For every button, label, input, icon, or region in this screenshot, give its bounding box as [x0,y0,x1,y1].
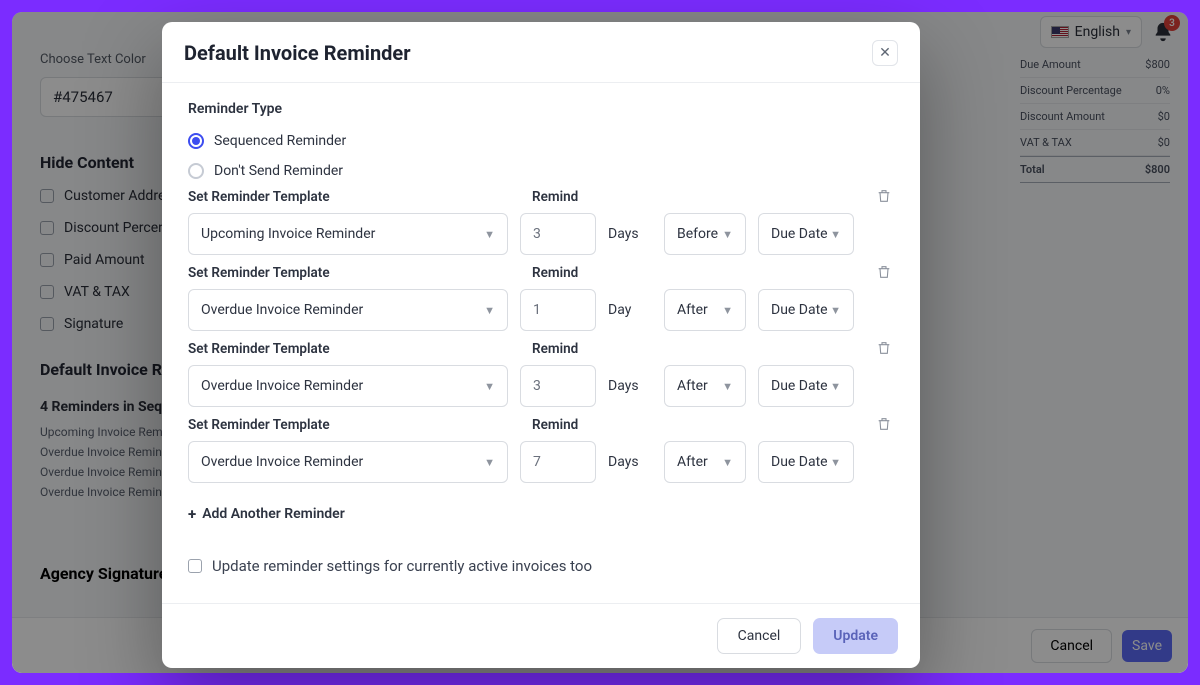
chevron-down-icon: ▼ [484,456,495,469]
modal-body[interactable]: Reminder Type Sequenced Reminder Don't S… [162,83,920,603]
chevron-down-icon: ▼ [830,456,841,469]
when-select[interactable]: Before ▼ [664,213,746,255]
remind-label: Remind [532,265,578,281]
when-select[interactable]: After ▼ [664,289,746,331]
chevron-down-icon: ▼ [722,380,733,393]
when-select[interactable]: After ▼ [664,365,746,407]
apply-to-active-checkbox[interactable]: Update reminder settings for currently a… [188,557,894,575]
reminder-type-label: Reminder Type [188,101,894,117]
remind-value-input[interactable] [520,441,596,483]
remind-value-input[interactable] [520,289,596,331]
chevron-down-icon: ▼ [722,456,733,469]
remind-label: Remind [532,189,578,205]
chevron-down-icon: ▼ [722,228,733,241]
modal-title: Default Invoice Reminder [184,41,411,65]
radio-dont-send[interactable]: Don't Send Reminder [188,163,894,179]
delete-reminder-button[interactable] [876,415,892,433]
chevron-down-icon: ▼ [830,380,841,393]
reminder-row-4: Set Reminder Template Remind Overdue Inv… [188,417,894,483]
trash-icon [876,415,892,433]
remind-label: Remind [532,341,578,357]
set-template-label: Set Reminder Template [188,189,528,205]
select-value: Overdue Invoice Reminder [201,454,363,470]
cancel-button[interactable]: Cancel [717,618,802,654]
delete-reminder-button[interactable] [876,187,892,205]
reminder-row-2: Set Reminder Template Remind Overdue Inv… [188,265,894,331]
select-value: Due Date [771,226,828,242]
days-unit-label: Day [608,302,652,318]
select-value: After [677,378,708,394]
days-unit-label: Days [608,226,652,242]
trash-icon [876,339,892,357]
template-select[interactable]: Overdue Invoice Reminder ▼ [188,441,508,483]
template-select[interactable]: Overdue Invoice Reminder ▼ [188,289,508,331]
select-value: After [677,454,708,470]
reminder-row-3: Set Reminder Template Remind Overdue Inv… [188,341,894,407]
when-select[interactable]: After ▼ [664,441,746,483]
add-another-label: Add Another Reminder [202,506,345,522]
remind-value-input[interactable] [520,365,596,407]
set-template-label: Set Reminder Template [188,341,528,357]
trash-icon [876,263,892,281]
select-value: Due Date [771,302,828,318]
remind-label: Remind [532,417,578,433]
days-unit-label: Days [608,454,652,470]
radio-label: Sequenced Reminder [214,133,346,149]
select-value: Due Date [771,378,828,394]
plus-icon: + [188,505,196,523]
select-value: Upcoming Invoice Reminder [201,226,375,242]
add-another-reminder-button[interactable]: + Add Another Reminder [188,505,894,523]
radio-label: Don't Send Reminder [214,163,343,179]
template-select[interactable]: Overdue Invoice Reminder ▼ [188,365,508,407]
radio-icon [188,163,204,179]
chevron-down-icon: ▼ [484,304,495,317]
chevron-down-icon: ▼ [722,304,733,317]
template-select[interactable]: Upcoming Invoice Reminder ▼ [188,213,508,255]
close-icon: ✕ [879,45,891,61]
reminder-row-1: Set Reminder Template Remind Upcoming In… [188,189,894,255]
modal-footer: Cancel Update [162,603,920,668]
set-template-label: Set Reminder Template [188,265,528,281]
select-value: Overdue Invoice Reminder [201,302,363,318]
radio-sequenced[interactable]: Sequenced Reminder [188,133,894,149]
chevron-down-icon: ▼ [484,380,495,393]
checkbox-icon [188,559,202,573]
chevron-down-icon: ▼ [484,228,495,241]
delete-reminder-button[interactable] [876,263,892,281]
reference-select[interactable]: Due Date▼ [758,365,854,407]
trash-icon [876,187,892,205]
default-invoice-reminder-modal: Default Invoice Reminder ✕ Reminder Type… [162,22,920,668]
radio-icon [188,133,204,149]
select-value: Due Date [771,454,828,470]
reference-select[interactable]: Due Date▼ [758,441,854,483]
apply-to-active-label: Update reminder settings for currently a… [212,557,592,575]
modal-header: Default Invoice Reminder ✕ [162,22,920,83]
reference-select[interactable]: Due Date▼ [758,213,854,255]
select-value: After [677,302,708,318]
set-template-label: Set Reminder Template [188,417,528,433]
remind-value-input[interactable] [520,213,596,255]
select-value: Overdue Invoice Reminder [201,378,363,394]
days-unit-label: Days [608,378,652,394]
chevron-down-icon: ▼ [830,228,841,241]
select-value: Before [677,226,718,242]
reference-select[interactable]: Due Date▼ [758,289,854,331]
close-button[interactable]: ✕ [872,40,898,66]
chevron-down-icon: ▼ [830,304,841,317]
update-button[interactable]: Update [813,618,898,654]
delete-reminder-button[interactable] [876,339,892,357]
